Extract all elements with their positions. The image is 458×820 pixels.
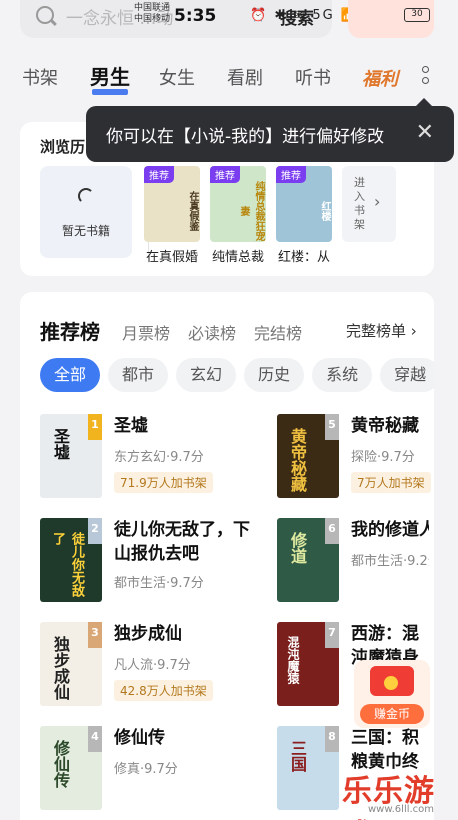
tab-monthly-ticket[interactable]: 月票榜 — [122, 320, 170, 344]
recent-book-name[interactable]: 红楼：从 — [278, 246, 340, 265]
rank-badge: 4 — [88, 726, 102, 752]
shelf-count: 42.8万人加书架 — [114, 680, 213, 701]
tab-must-read[interactable]: 必读榜 — [188, 320, 236, 344]
book-name: 我的修道人生 — [351, 520, 429, 540]
ranking-book[interactable]: 独步成仙 3 独步成仙 凡人流·9.7分 42.8万人加书架 — [40, 622, 236, 712]
recent-book-cover[interactable]: 红楼 推荐 — [276, 166, 332, 242]
ranking-book[interactable]: 徒儿你无敌了 2 徒儿你无敌了，下山报仇去吧 都市生活·9.7分 — [40, 518, 250, 608]
recent-book-cover[interactable]: 在真假鉴 推荐 — [144, 166, 200, 242]
book-meta: 都市生活·9.2分 — [351, 554, 429, 569]
top-bar: 一念永恒 …动 搜索 中国联通 中国移动 5:35 ⏰ ✱ ✉ 5G 📶 4G … — [0, 0, 458, 44]
category-chips: 全部 都市 玄幻 历史 系统 穿越 — [40, 358, 434, 394]
book-name: 修仙传 — [114, 728, 165, 748]
ranking-book[interactable]: 修仙传 4 修仙传 修真·9.7分 — [40, 726, 236, 816]
goto-bookshelf-button[interactable]: 进入书架 › — [342, 166, 396, 242]
rank-badge: 7 — [325, 622, 339, 648]
channel-tabs: 书架 男生 女生 看剧 听书 福利 — [0, 54, 458, 102]
shelf-count: 71.9万人加书架 — [114, 472, 213, 493]
tab-female[interactable]: 女生 — [159, 64, 195, 90]
empty-history[interactable]: 暂无书籍 — [40, 166, 132, 258]
recommend-tag: 推荐 — [210, 166, 240, 183]
red-envelope-icon — [370, 666, 414, 696]
tab-drama[interactable]: 看剧 — [227, 64, 263, 90]
book-meta: 修真·9.7分 — [114, 762, 178, 777]
battery-icon: 30 — [404, 8, 430, 22]
tooltip-text: 你可以在【小说-我的】进行偏好修改 — [106, 127, 385, 147]
rank-badge: 6 — [325, 518, 339, 544]
book-name: 独步成仙 — [114, 624, 182, 644]
chip-urban[interactable]: 都市 — [108, 358, 169, 392]
recent-book-name[interactable]: 在真假婚 — [146, 246, 208, 265]
earn-coins-widget[interactable]: 赚金币 — [354, 660, 430, 728]
ranking-book[interactable]: 黄帝秘藏 5 黄帝秘藏 探险·9.7分 7万人加书架 — [277, 414, 431, 504]
rank-badge: 8 — [325, 726, 339, 752]
rank-badge: 2 — [88, 518, 102, 544]
chip-system[interactable]: 系统 — [312, 358, 373, 392]
book-meta: 东方玄幻·9.7分 — [114, 450, 204, 465]
chevron-right-icon: › — [374, 192, 381, 211]
close-icon[interactable]: ✕ — [416, 120, 434, 145]
chip-all[interactable]: 全部 — [40, 358, 101, 392]
loading-icon — [78, 188, 94, 204]
tab-male[interactable]: 男生 — [90, 61, 130, 90]
rank-badge: 3 — [88, 622, 102, 648]
ranking-book[interactable]: 修道 6 我的修道人生 都市生活·9.2分 — [277, 518, 429, 608]
chip-time-travel[interactable]: 穿越 — [380, 358, 434, 392]
ranking-title[interactable]: 推荐榜 — [40, 316, 100, 345]
status-clock: 5:35 — [174, 6, 217, 26]
tab-completed[interactable]: 完结榜 — [254, 320, 302, 344]
book-name: 圣墟 — [114, 416, 148, 436]
rank-badge: 5 — [325, 414, 339, 440]
empty-label: 暂无书籍 — [61, 224, 110, 238]
full-ranking-link[interactable]: 完整榜单 › — [346, 320, 417, 341]
carrier-info: 中国联通 中国移动 — [134, 3, 171, 24]
book-name: 黄帝秘藏 — [351, 416, 419, 436]
more-options-icon[interactable] — [420, 66, 430, 92]
recommend-tag: 推荐 — [276, 166, 306, 183]
recent-book-name[interactable]: 纯情总裁 — [212, 246, 274, 265]
book-meta: 都市生活·9.7分 — [114, 576, 204, 591]
active-tab-indicator — [92, 89, 128, 95]
book-name: 徒儿你无敌了，下山报仇去吧 — [114, 520, 250, 564]
book-meta: 探险·9.7分 — [351, 450, 415, 465]
tab-bookshelf[interactable]: 书架 — [22, 64, 58, 90]
search-icon — [36, 6, 54, 24]
recent-title: 浏览历 — [40, 138, 86, 156]
recent-book-cover[interactable]: 纯情总裁狂宠妻 推荐 — [210, 166, 266, 242]
ranking-card: 推荐榜 月票榜 必读榜 完结榜 完整榜单 › 全部 都市 玄幻 历史 系统 穿越 圣墟 1… — [20, 292, 434, 820]
chip-history[interactable]: 历史 — [244, 358, 305, 392]
tab-welfare[interactable]: 福利 — [362, 65, 398, 91]
preference-tooltip: 你可以在【小说-我的】进行偏好修改 ✕ — [86, 98, 454, 162]
recommend-tag: 推荐 — [144, 166, 174, 183]
earn-coins-label: 赚金币 — [360, 704, 424, 724]
book-meta: 凡人流·9.7分 — [114, 658, 191, 673]
ranking-book[interactable]: 圣墟 1 圣墟 东方玄幻·9.7分 71.9万人加书架 — [40, 414, 236, 504]
watermark-url: www.6lll.com — [368, 804, 435, 815]
tab-audiobook[interactable]: 听书 — [295, 64, 331, 90]
shelf-count: 7万人加书架 — [351, 472, 431, 493]
chip-fantasy[interactable]: 玄幻 — [176, 358, 237, 392]
rank-badge: 1 — [88, 414, 102, 440]
